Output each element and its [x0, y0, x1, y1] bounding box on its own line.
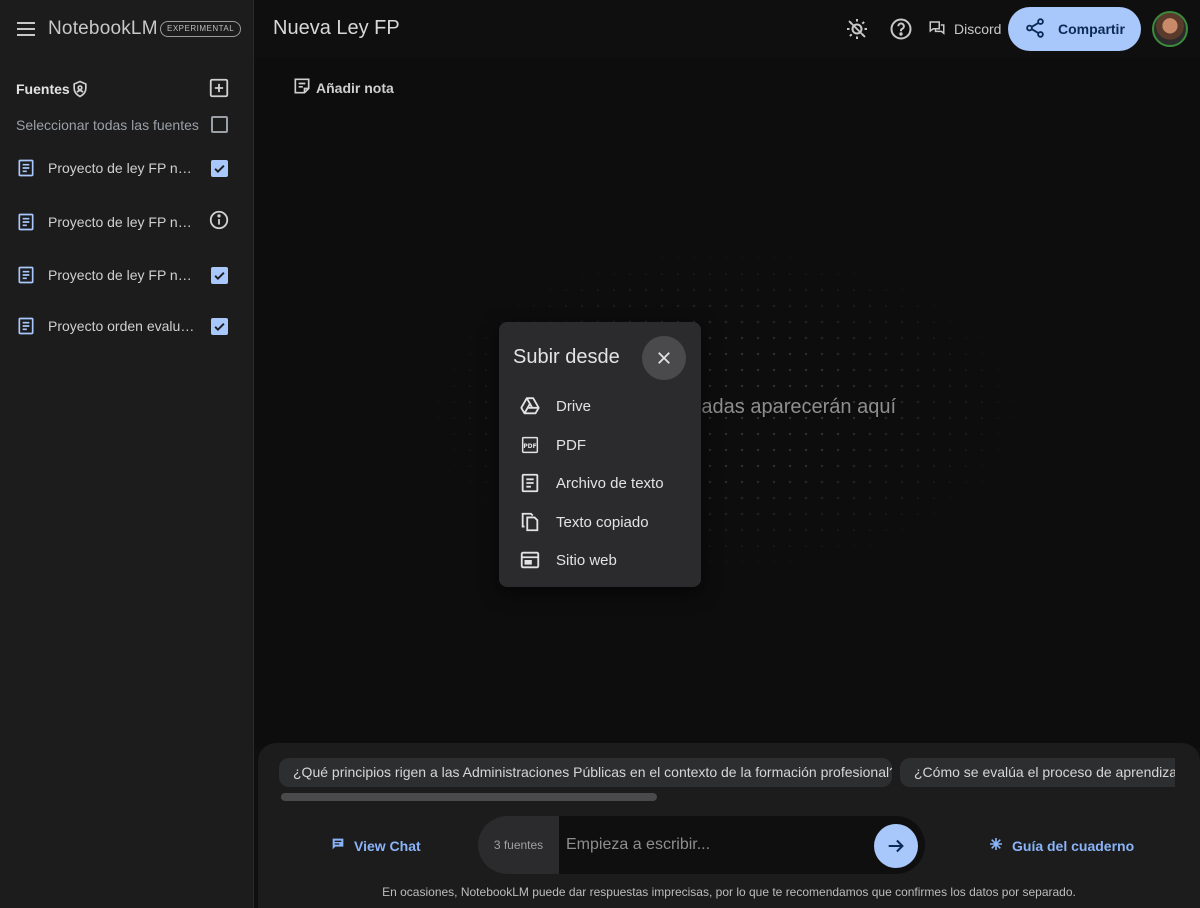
- suggestion-chip[interactable]: ¿Cómo se evalúa el proceso de aprendizaj…: [900, 758, 1175, 787]
- suggestions-scrollbar[interactable]: [281, 793, 657, 801]
- source-item[interactable]: Proyecto orden evaluación: [0, 306, 254, 346]
- source-label: Proyecto de ley FP nueva: [48, 160, 196, 176]
- share-label: Compartir: [1058, 21, 1125, 37]
- close-icon[interactable]: [642, 336, 686, 380]
- source-item[interactable]: Proyecto de ley FP nueva: [0, 148, 254, 188]
- source-item[interactable]: Proyecto de ley FP nueva: [0, 255, 254, 295]
- avatar[interactable]: [1152, 11, 1188, 47]
- chat-bubbles-icon: [928, 19, 946, 40]
- source-checkbox[interactable]: [211, 318, 228, 335]
- copy-icon: [521, 512, 539, 532]
- shield-icon: [70, 79, 90, 99]
- suggestion-chip[interactable]: ¿Qué principios rigen a las Administraci…: [279, 758, 892, 787]
- discord-button[interactable]: Discord: [928, 14, 1001, 44]
- source-checkbox[interactable]: [211, 267, 228, 284]
- add-note-button[interactable]: Añadir nota: [292, 76, 394, 99]
- upload-option-pdf[interactable]: PDF PDF: [499, 427, 701, 463]
- upload-option-text-file[interactable]: Archivo de texto: [499, 465, 701, 501]
- upload-option-drive[interactable]: Drive: [499, 388, 701, 424]
- disclaimer-text: En ocasiones, NotebookLM puede dar respu…: [382, 885, 1076, 899]
- chat-composer: 3 fuentes: [478, 816, 925, 874]
- app-logo: NotebookLM: [48, 18, 158, 39]
- document-icon: [16, 212, 36, 232]
- chat-icon: [330, 836, 346, 855]
- option-label: Sitio web: [556, 551, 617, 569]
- web-icon: [520, 551, 540, 569]
- source-item[interactable]: Proyecto de ley FP nueva: [0, 202, 254, 242]
- menu-icon[interactable]: [14, 17, 38, 41]
- notebook-guide-button[interactable]: Guía del cuaderno: [988, 836, 1134, 855]
- upload-option-website[interactable]: Sitio web: [499, 542, 701, 578]
- option-label: Texto copiado: [556, 513, 649, 531]
- option-label: Archivo de texto: [556, 474, 664, 492]
- drive-icon: [520, 397, 540, 415]
- view-chat-label: View Chat: [354, 837, 421, 854]
- help-icon[interactable]: [889, 17, 913, 41]
- experimental-badge: EXPERIMENTAL: [160, 21, 242, 37]
- share-button[interactable]: Compartir: [1008, 7, 1141, 51]
- document-icon: [16, 265, 36, 285]
- source-checkbox[interactable]: [211, 160, 228, 177]
- select-all-checkbox[interactable]: [211, 116, 228, 133]
- source-count[interactable]: 3 fuentes: [478, 816, 559, 874]
- dialog-title: Subir desde: [513, 346, 620, 368]
- source-label: Proyecto orden evaluación: [48, 318, 196, 334]
- view-chat-button[interactable]: View Chat: [330, 836, 421, 855]
- svg-text:PDF: PDF: [523, 443, 536, 450]
- arrow-right-icon: [888, 839, 904, 853]
- sources-sidebar: NotebookLM EXPERIMENTAL Fuentes Seleccio…: [0, 0, 254, 908]
- notebook-title[interactable]: Nueva Ley FP: [273, 17, 400, 40]
- upload-dialog: Subir desde Drive PDF PDF Archivo de tex…: [499, 322, 701, 587]
- pdf-icon: PDF: [521, 436, 539, 454]
- text-file-icon: [521, 473, 539, 493]
- option-label: Drive: [556, 397, 592, 415]
- sparkle-icon: [988, 836, 1004, 855]
- sources-title: Fuentes: [16, 81, 70, 97]
- discord-label: Discord: [954, 21, 1002, 37]
- upload-option-copied-text[interactable]: Texto copiado: [499, 504, 701, 540]
- document-icon: [16, 158, 36, 178]
- source-label: Proyecto de ley FP nueva: [48, 267, 196, 283]
- note-icon: [292, 76, 312, 99]
- add-source-icon[interactable]: [208, 77, 230, 99]
- guide-label: Guía del cuaderno: [1012, 837, 1135, 854]
- add-note-label: Añadir nota: [316, 79, 394, 96]
- source-label: Proyecto de ley FP nueva: [48, 214, 196, 230]
- send-button[interactable]: [874, 824, 918, 868]
- document-icon: [16, 316, 36, 336]
- select-all-label: Seleccionar todas las fuentes: [16, 117, 199, 133]
- chat-input[interactable]: [566, 830, 866, 860]
- theme-toggle-icon[interactable]: [845, 17, 869, 41]
- info-icon[interactable]: [208, 209, 230, 231]
- share-icon: [1024, 17, 1046, 42]
- option-label: PDF: [556, 436, 586, 454]
